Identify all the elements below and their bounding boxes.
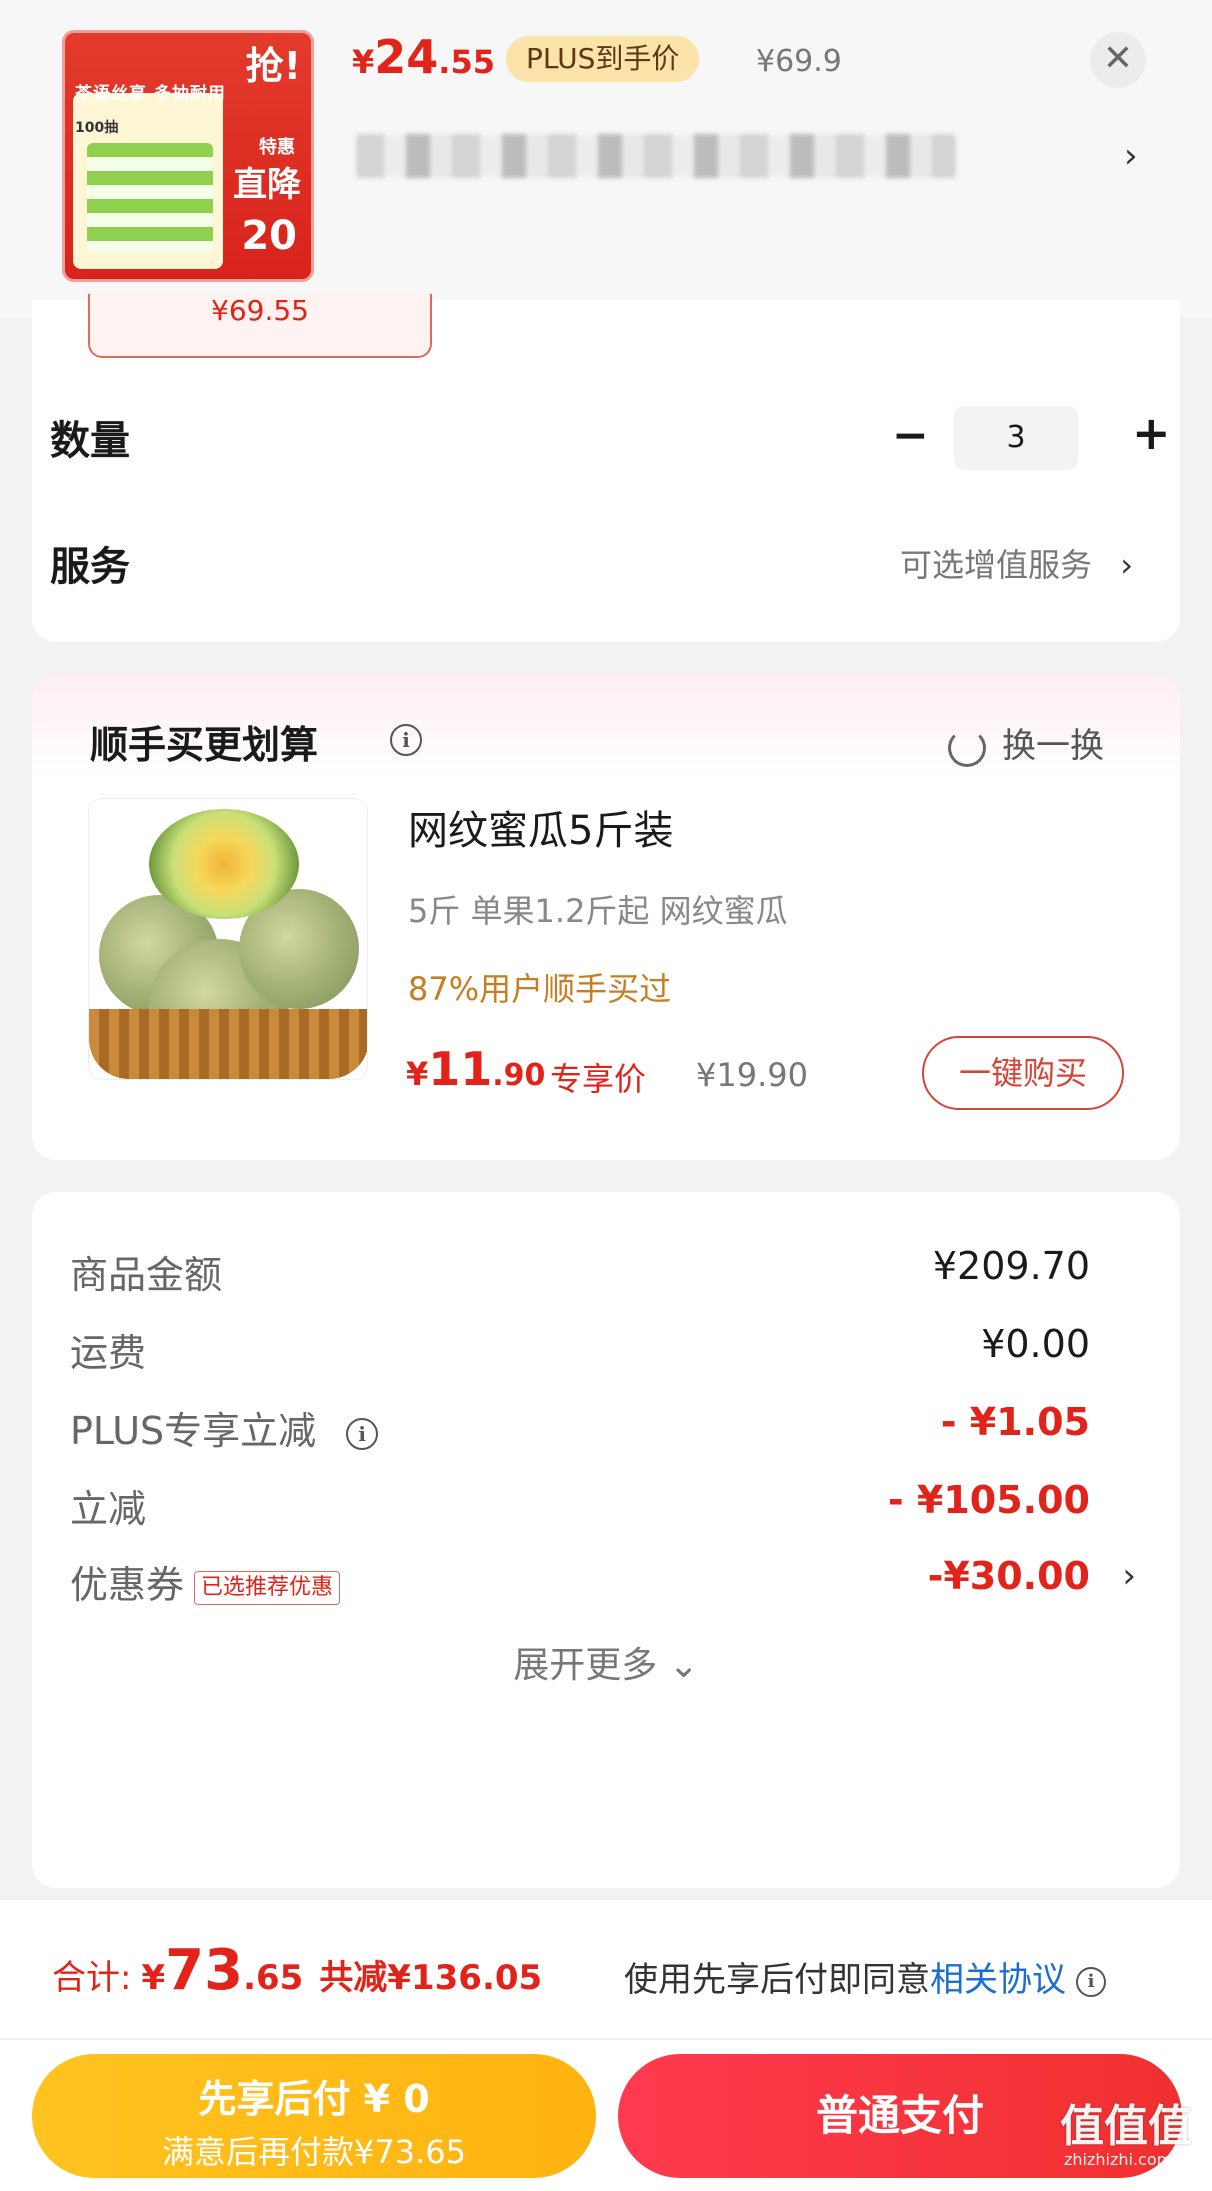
one-click-buy-button[interactable]: 一键购买	[922, 1036, 1124, 1110]
exclusive-price-tag: 专享价	[550, 1060, 647, 1098]
close-icon: ✕	[1102, 38, 1134, 79]
divider	[0, 2038, 1212, 2040]
pay-later-subtitle: 满意后再付款¥73.65	[162, 2133, 466, 2171]
recommended-product-stat: 87%用户顺手买过	[408, 970, 672, 1008]
product-thumbnail[interactable]: 茶语丝享 多抽耐用 抢! 100抽 特惠 直降 20	[62, 30, 314, 282]
pay-later-title: 先享后付 ¥ 0	[198, 2077, 430, 2121]
price-decimal: .55	[438, 43, 495, 81]
product-title-blurred[interactable]	[356, 134, 956, 178]
product-header: 茶语丝享 多抽耐用 抢! 100抽 特惠 直降 20 ¥24.55 PLUS到手…	[0, 0, 1212, 318]
site-watermark-url: zhizhizhi.com	[1064, 2150, 1173, 2169]
recommended-original-price: ¥19.90	[696, 1056, 808, 1094]
shipping-value: ¥0.00	[981, 1322, 1090, 1366]
coupon-value[interactable]: -¥30.00	[928, 1554, 1090, 1598]
total-decimal: .65	[243, 1958, 304, 1998]
close-button[interactable]: ✕	[1090, 32, 1146, 88]
coupon-label[interactable]: 优惠券 已选推荐优惠	[70, 1554, 341, 1609]
selected-spec-chip[interactable]: ¥69.55	[88, 294, 432, 358]
total-integer: 73	[165, 1938, 244, 2003]
recommendation-card: 顺手买更划算 i 换一换 网纹蜜瓜5斤装 5斤 单果1.2斤起 网纹蜜瓜 87%…	[32, 674, 1180, 1160]
quantity-plus-button[interactable]: +	[1132, 406, 1171, 460]
recommended-product-name[interactable]: 网纹蜜瓜5斤装	[408, 798, 673, 856]
swap-button[interactable]: 换一换	[948, 718, 1104, 767]
agreement-note: 使用先享后付即同意相关协议 i	[624, 1952, 1106, 2001]
quantity-value[interactable]: 3	[954, 406, 1078, 470]
thumbnail-deal: 特惠	[259, 137, 295, 158]
order-total: 合计: ¥73.65 共减¥136.05	[52, 1938, 542, 2003]
price-decimal: .90	[492, 1058, 546, 1093]
coupon-label-text: 优惠券	[70, 1563, 185, 1607]
swap-label: 换一换	[1002, 726, 1104, 766]
coupon-selected-tag: 已选推荐优惠	[194, 1570, 341, 1605]
quantity-label: 数量	[50, 418, 130, 464]
price-breakdown-card: 商品金额 ¥209.70 运费 ¥0.00 PLUS专享立减 i - ¥1.05…	[32, 1192, 1180, 1888]
quantity-minus-button[interactable]: −	[892, 410, 929, 461]
spec-chip-price: ¥69.55	[211, 294, 309, 327]
melon-cut-shape	[149, 809, 299, 919]
price-integer: 24	[374, 30, 439, 84]
info-icon[interactable]: i	[346, 1417, 379, 1450]
site-watermark: 值值值	[1060, 2101, 1192, 2152]
goods-amount-value: ¥209.70	[932, 1244, 1090, 1288]
agreement-text: 使用先享后付即同意	[624, 1960, 930, 2000]
service-link-text: 可选增值服务	[900, 546, 1093, 584]
total-label: 合计:	[52, 1958, 132, 1998]
refresh-icon	[948, 728, 986, 767]
instant-discount-label: 立减	[70, 1487, 147, 1531]
price-integer: 11	[428, 1042, 493, 1096]
chevron-right-icon[interactable]: ›	[1124, 136, 1138, 176]
current-price: ¥24.55	[352, 30, 495, 84]
info-icon[interactable]: i	[390, 724, 422, 756]
info-icon[interactable]: i	[1076, 1966, 1106, 1997]
tissue-package-image	[87, 143, 213, 253]
plus-discount-text: PLUS专享立减	[70, 1409, 317, 1453]
recommended-product-spec: 5斤 单果1.2斤起 网纹蜜瓜	[408, 892, 788, 930]
plus-price-badge: PLUS到手价	[506, 36, 700, 82]
thumbnail-slogan: 茶语丝享 多抽耐用	[75, 84, 226, 104]
basket-shape	[89, 1009, 367, 1079]
thumbnail-number: 20	[241, 213, 297, 259]
thumbnail-count: 100抽	[75, 120, 119, 136]
thumbnail-drop: 直降	[233, 165, 301, 205]
shipping-label: 运费	[70, 1331, 147, 1375]
service-label: 服务	[50, 544, 130, 590]
instant-discount-value: - ¥105.00	[887, 1478, 1090, 1522]
total-saved: 共减¥136.05	[319, 1958, 543, 1998]
chevron-right-icon[interactable]: ›	[1122, 1556, 1136, 1596]
original-price: ¥69.9	[756, 44, 842, 79]
price-currency: ¥	[406, 1055, 429, 1093]
recommended-product-price: ¥11.90	[406, 1042, 545, 1096]
expand-more-button[interactable]: 展开更多 ⌄	[32, 1636, 1180, 1688]
price-currency: ¥	[352, 43, 375, 81]
service-options-link[interactable]: 可选增值服务 ›	[900, 540, 1133, 586]
goods-amount-label: 商品金额	[70, 1253, 223, 1297]
plus-discount-label: PLUS专享立减 i	[70, 1400, 379, 1455]
order-options-card: ¥69.55 数量 − 3 + 服务 可选增值服务 ›	[32, 294, 1180, 642]
chevron-right-icon: ›	[1120, 546, 1133, 584]
total-currency: ¥	[141, 1958, 166, 1998]
pay-later-button[interactable]: 先享后付 ¥ 0 满意后再付款¥73.65	[32, 2054, 596, 2178]
checkout-bar: 合计: ¥73.65 共减¥136.05 使用先享后付即同意相关协议 i 先享后付 ¥…	[0, 1900, 1212, 2191]
agreement-link[interactable]: 相关协议	[930, 1960, 1066, 2000]
thumbnail-top-text: 抢!	[245, 44, 301, 88]
plus-discount-value: - ¥1.05	[940, 1400, 1090, 1444]
recommendation-title: 顺手买更划算	[90, 723, 319, 767]
melon-product-image[interactable]	[88, 798, 368, 1080]
